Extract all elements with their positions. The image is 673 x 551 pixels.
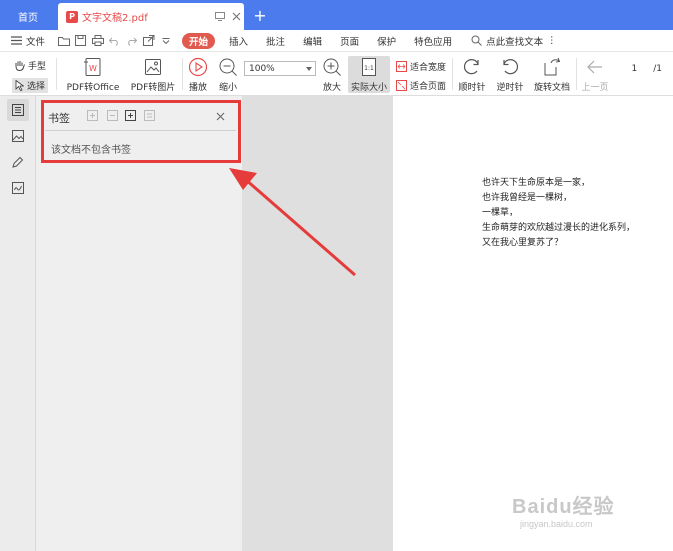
watermark-logo: Baidu经验 <box>512 496 615 518</box>
watermark-url: jingyan.baidu.com <box>520 519 593 529</box>
watermark: Baidu经验 jingyan.baidu.com <box>512 490 615 529</box>
annotation-arrow <box>229 168 356 277</box>
